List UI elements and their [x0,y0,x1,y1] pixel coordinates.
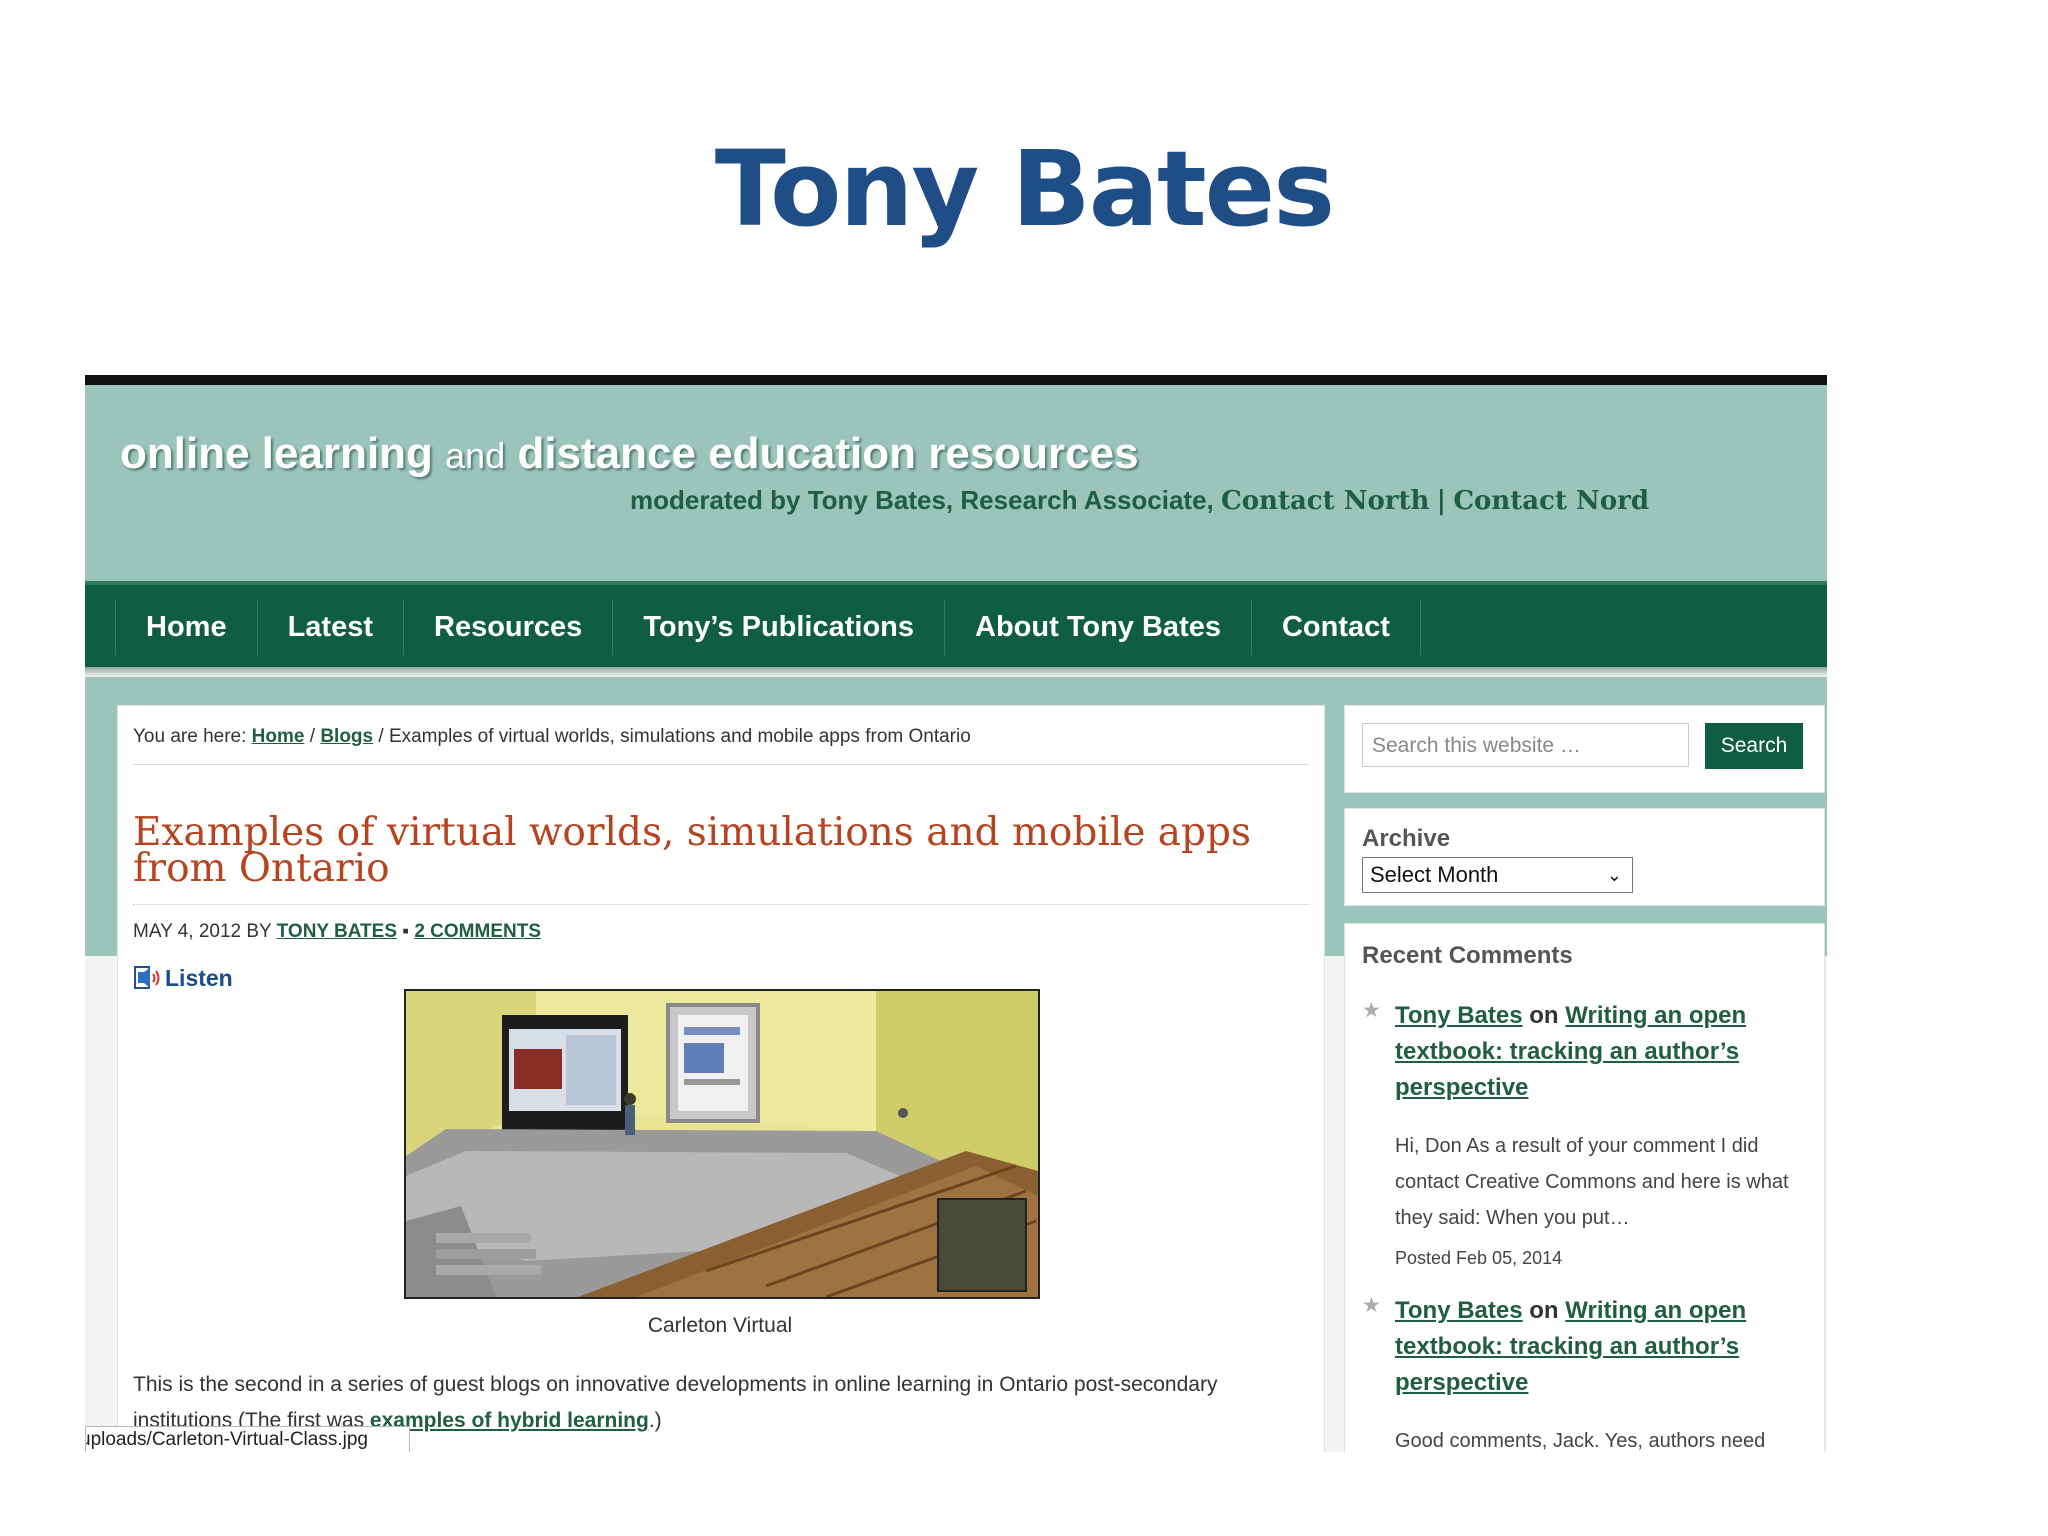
main-nav: Home Latest Resources Tony’s Publication… [85,581,1827,667]
site-title-part2: and [445,435,506,476]
breadcrumb-current: Examples of virtual worlds, simulations … [388,726,971,747]
tagline-separator: | [1436,486,1447,516]
comment-date: Posted Feb 05, 2014 [1395,1248,1563,1268]
comment-head: Tony Bates on Writing an open textbook: … [1395,1293,1785,1401]
nav-item-publications[interactable]: Tony’s Publications [613,599,946,655]
nav-item-resources[interactable]: Resources [404,599,614,655]
recent-comments-widget: Recent Comments ★ Tony Bates on Writing … [1344,923,1825,1452]
breadcrumb-blogs-link[interactable]: Blogs [320,726,373,747]
listen-label: Listen [165,964,233,991]
body-line-2-end: .) [648,1409,662,1432]
post-author-link[interactable]: TONY BATES [277,921,397,942]
nav-item-about[interactable]: About Tony Bates [945,599,1252,655]
breadcrumb-separator: / [309,726,316,747]
search-input[interactable]: Search this website … [1362,723,1689,767]
comment-excerpt: Hi, Don As a result of your comment I di… [1395,1135,1789,1229]
comment-on: on [1529,1297,1559,1324]
chevron-down-icon: ⌄ [1606,865,1622,885]
divider [133,764,1309,765]
comment-author-link[interactable]: Tony Bates [1395,1297,1523,1324]
post-title[interactable]: Examples of virtual worlds, simulations … [133,813,1253,888]
archive-select-value: Select Month [1370,862,1499,887]
comment-author-link[interactable]: Tony Bates [1395,1002,1523,1029]
meta-bullet: ▪ [402,921,410,942]
comment-on: on [1529,1002,1559,1029]
divider [133,904,1309,905]
top-border [85,375,1827,385]
nav-item-contact[interactable]: Contact [1252,599,1421,655]
post-meta: MAY 4, 2012 BY TONY BATES ▪ 2 COMMENTS [133,921,541,943]
site-tagline: moderated by Tony Bates, Research Associ… [630,485,1649,516]
site-title-part3: distance education resources [517,429,1139,478]
tagline-contact-nord: Contact Nord [1453,486,1650,516]
website-screenshot: online learning and distance education r… [85,375,1827,1452]
virtual-classroom-picture [406,991,1038,1297]
archive-select[interactable]: Select Month ⌄ [1362,857,1633,893]
recent-comments-title: Recent Comments [1362,942,1573,969]
nav-item-home[interactable]: Home [116,599,258,655]
image-caption: Carleton Virtual [647,1314,793,1337]
listen-button[interactable]: Listen [133,964,233,992]
search-button[interactable]: Search [1705,723,1803,769]
breadcrumb-separator: / [378,726,384,747]
breadcrumb: You are here: Home / Blogs / Examples of… [133,726,971,748]
main-content: You are here: Home / Blogs / Examples of… [117,705,1325,1452]
site-title[interactable]: online learning and distance education r… [120,429,1139,479]
body-line-1: This is the second in a series of guest … [133,1373,1218,1396]
breadcrumb-prefix: You are here: [133,726,247,747]
archive-title: Archive [1362,825,1451,852]
star-icon: ★ [1362,999,1381,1022]
post-comments-link[interactable]: 2 COMMENTS [414,921,541,942]
breadcrumb-home-link[interactable]: Home [252,726,305,747]
tagline-contact-north: Contact North [1221,486,1430,516]
post-image[interactable] [404,989,1040,1299]
comment-excerpt: Good comments, Jack. Yes, authors need [1395,1430,1766,1452]
archive-widget: Archive Select Month ⌄ [1344,808,1825,906]
nav-item-latest[interactable]: Latest [258,599,404,655]
search-widget: Search this website … Search [1344,705,1825,793]
tagline-text: moderated by Tony Bates, Research Associ… [630,485,1214,515]
comment-item: ★ Tony Bates on Writing an open textbook… [1362,1293,1812,1452]
comment-head: Tony Bates on Writing an open textbook: … [1395,998,1785,1106]
nav-shadow [85,667,1827,677]
star-icon: ★ [1362,1294,1381,1317]
slide-title: Tony Bates [714,128,1335,250]
site-title-part1: online learning [120,429,433,478]
comment-item: ★ Tony Bates on Writing an open textbook… [1362,998,1812,1268]
hybrid-learning-link[interactable]: examples of hybrid learning [370,1409,649,1432]
speaker-icon [134,966,160,989]
browser-status-bar: uploads/Carleton-Virtual-Class.jpg [85,1426,410,1452]
post-date-by: MAY 4, 2012 BY [133,921,272,942]
